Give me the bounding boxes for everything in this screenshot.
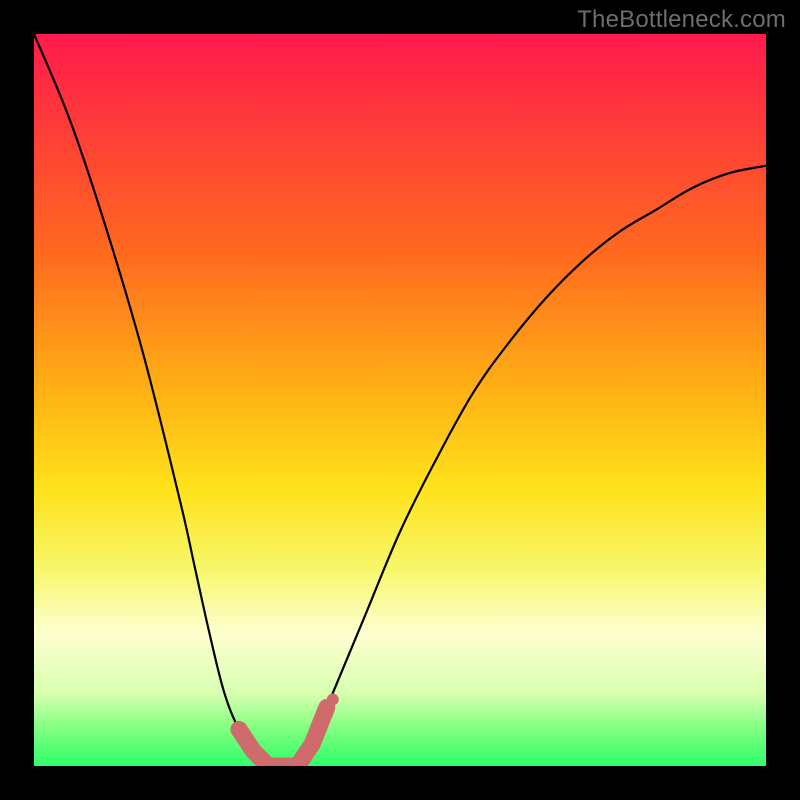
min-dot [327,693,339,705]
min-blob [239,707,327,766]
min-markers [239,693,339,766]
chart-frame: TheBottleneck.com [0,0,800,800]
watermark-text: TheBottleneck.com [577,6,786,34]
bottleneck-curve [34,34,766,766]
curve-svg [34,34,766,766]
curve-path [34,34,766,766]
plot-area [34,34,766,766]
